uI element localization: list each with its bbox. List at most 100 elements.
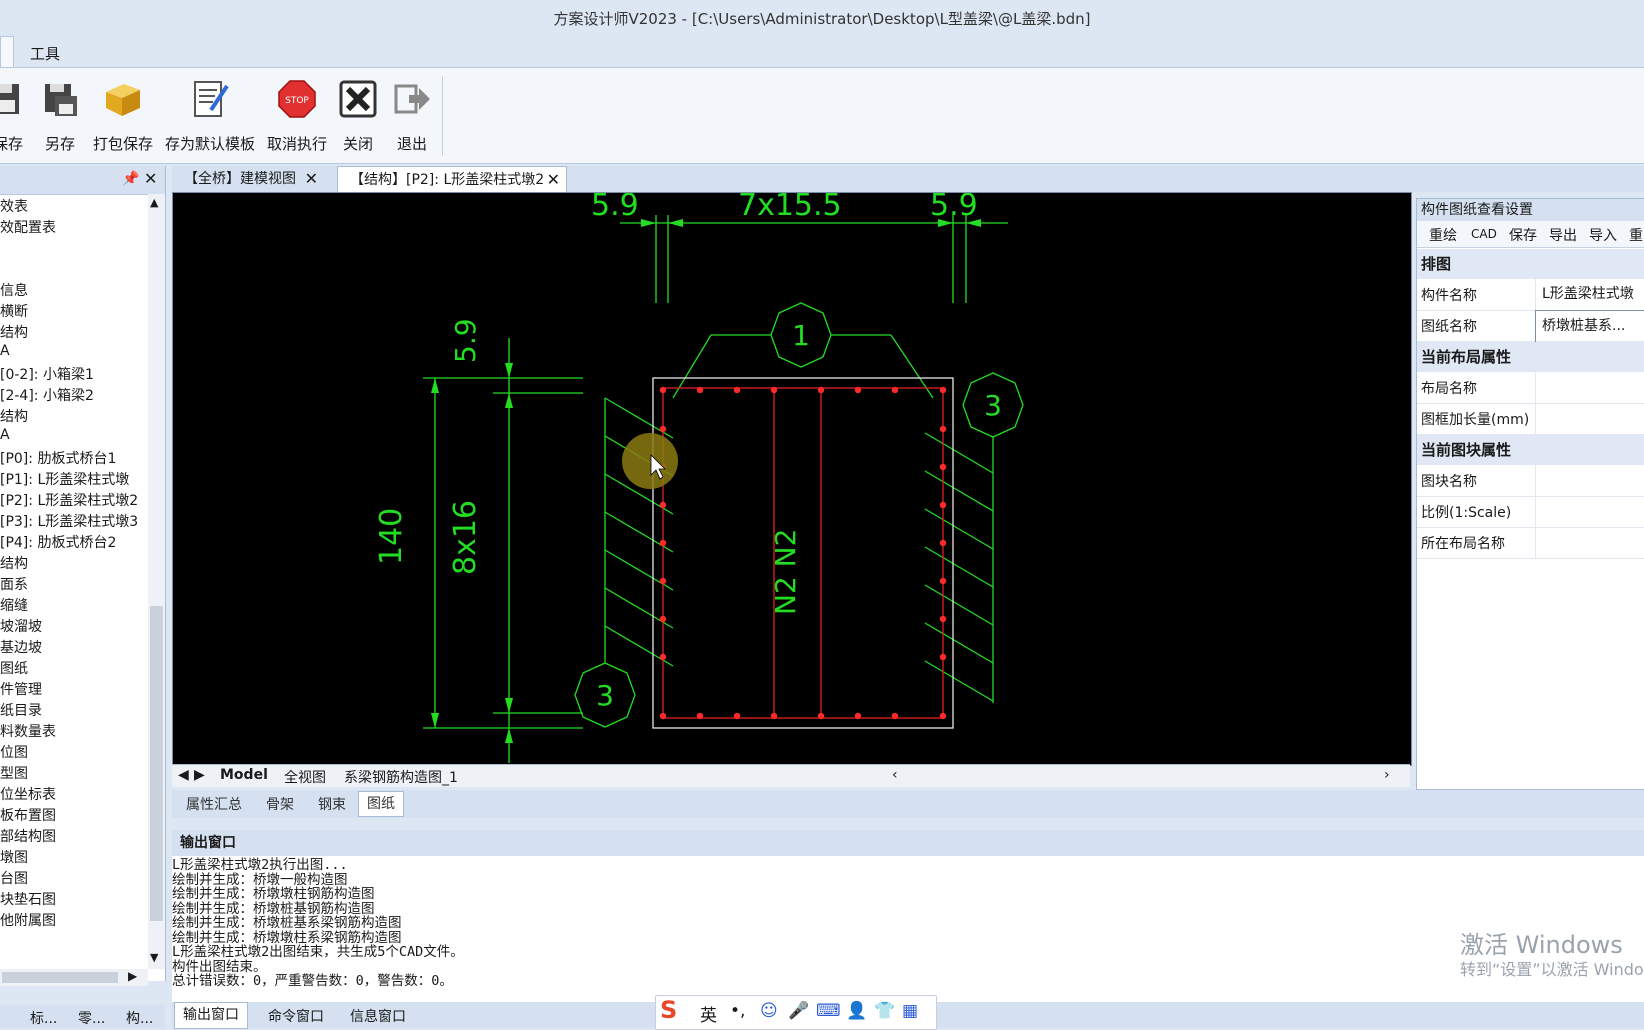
tree-item[interactable]: 缩缝 xyxy=(0,595,28,616)
menu-tab-file[interactable] xyxy=(0,36,14,69)
cad-drawing-canvas[interactable]: 5.9 7x15.5 5.9 5.9 140 8x16 N2 N2 1 3 3 xyxy=(172,192,1412,766)
ime-language[interactable]: 英 xyxy=(700,1001,717,1026)
tree-item[interactable]: 墩图 xyxy=(0,847,28,868)
scroll-up-icon[interactable]: ▲ xyxy=(150,196,158,209)
rebar-dot xyxy=(696,712,704,720)
block-name-value[interactable] xyxy=(1535,465,1644,496)
component-name-value[interactable]: L形盖梁柱式墩 xyxy=(1535,279,1644,310)
tab-drawing[interactable]: 图纸 xyxy=(358,791,404,817)
tree-item[interactable]: [0-2]: 小箱梁1 xyxy=(0,364,94,385)
in-layout-value[interactable] xyxy=(1535,527,1644,558)
tree-item[interactable]: 他附属图 xyxy=(0,910,56,931)
tree-item[interactable]: 位坐标表 xyxy=(0,784,56,805)
tree-item[interactable]: 基边坡 xyxy=(0,637,42,658)
tree-tab-1[interactable]: 标... xyxy=(30,1008,57,1028)
layout-prev-icon[interactable]: ◀ xyxy=(178,767,189,783)
tree-scroll-thumb[interactable] xyxy=(150,606,163,921)
save-button[interactable]: 保存 xyxy=(0,78,28,153)
frame-extend-value[interactable] xyxy=(1535,403,1644,434)
tab-info[interactable]: 信息窗口 xyxy=(350,1006,406,1026)
output-window[interactable]: L形盖梁柱式墩2执行出图... 绘制并生成：桥墩一般构造图 绘制并生成：桥墩墩柱… xyxy=(172,856,1644,1002)
tree-item[interactable]: 结构 xyxy=(0,406,28,427)
tree-item[interactable]: [2-4]: 小箱梁2 xyxy=(0,385,94,406)
keyboard-icon[interactable]: ⌨ xyxy=(816,1001,841,1021)
user-icon[interactable]: 👤 xyxy=(846,1001,867,1021)
tree-item[interactable]: 图纸 xyxy=(0,658,28,679)
toolbox-icon[interactable]: ▦ xyxy=(902,1001,918,1021)
tree-item[interactable]: 坡溜坡 xyxy=(0,616,42,637)
cancel-execution-button[interactable]: STOP 取消执行 xyxy=(264,78,330,153)
output-line: L形盖梁柱式墩2出图结束，共生成5个CAD文件。 xyxy=(172,944,464,960)
tree-item[interactable]: [P1]: L形盖梁柱式墩 xyxy=(0,469,129,490)
layout-next-icon[interactable]: ▶ xyxy=(194,767,205,783)
scroll-right-icon[interactable]: ▶ xyxy=(128,969,137,983)
tree-item[interactable]: 板布置图 xyxy=(0,805,56,826)
scale-value[interactable] xyxy=(1535,496,1644,527)
tree-item[interactable]: 结构 xyxy=(0,553,28,574)
tree-tab-3[interactable]: 构... xyxy=(126,1008,153,1028)
tab-tendon[interactable]: 钢束 xyxy=(318,794,346,814)
sogou-logo-icon[interactable]: S xyxy=(660,996,677,1024)
tree-item[interactable]: A xyxy=(0,343,10,364)
tree-item[interactable]: 结构 xyxy=(0,322,28,343)
panel-save-button[interactable]: 保存 xyxy=(1509,225,1537,245)
reset-button[interactable]: 重 xyxy=(1629,225,1643,245)
scroll-down-icon[interactable]: ▼ xyxy=(150,951,158,964)
tab-property-summary[interactable]: 属性汇总 xyxy=(186,794,242,814)
tree-item[interactable]: [P2]: L形盖梁柱式墩2 xyxy=(0,490,138,511)
import-button[interactable]: 导入 xyxy=(1589,225,1617,245)
save-as-button[interactable]: 另存 xyxy=(38,78,82,153)
panel-close-icon[interactable]: ✕ xyxy=(144,169,157,188)
tree-item[interactable]: [P4]: 肋板式桥台2 xyxy=(0,532,116,553)
tab-output[interactable]: 输出窗口 xyxy=(174,1002,248,1029)
tree-hscroll-thumb[interactable] xyxy=(2,972,118,983)
tab-bridge-model-view[interactable]: 【全桥】建模视图 ✕ xyxy=(172,166,324,192)
layout-name-value[interactable] xyxy=(1535,372,1644,403)
tab-close-icon[interactable]: ✕ xyxy=(305,166,318,192)
layout-tabs: ◀ ▶ Model 全视图 系梁钢筋构造图_1 ‹ › xyxy=(172,764,1410,787)
package-save-button[interactable]: 打包保存 xyxy=(88,78,158,153)
cad-button[interactable]: CAD xyxy=(1471,227,1497,241)
tab-close-icon[interactable]: ✕ xyxy=(547,167,560,193)
tree-tab-2[interactable]: 零... xyxy=(78,1008,105,1028)
hscroll-left-icon[interactable]: ‹ xyxy=(892,767,898,783)
tree-item[interactable]: A xyxy=(0,427,10,448)
tree-item[interactable]: 纸目录 xyxy=(0,700,42,721)
close-button[interactable]: 关闭 xyxy=(336,78,380,153)
row-scale: 比例(1:Scale) xyxy=(1417,496,1644,528)
tree-item[interactable]: 型图 xyxy=(0,763,28,784)
tree-item[interactable]: 部结构图 xyxy=(0,826,56,847)
tab-command[interactable]: 命令窗口 xyxy=(268,1006,324,1026)
tree-item[interactable]: 面系 xyxy=(0,574,28,595)
tree-item[interactable]: 位图 xyxy=(0,742,28,763)
export-button[interactable]: 导出 xyxy=(1549,225,1577,245)
tree-item[interactable]: 块垫石图 xyxy=(0,889,56,910)
tab-structure-p2[interactable]: 【结构】[P2]: L形盖梁柱式墩2 ✕ xyxy=(337,166,567,193)
emoji-icon[interactable]: ☺ xyxy=(760,1001,778,1021)
hscroll-right-icon[interactable]: › xyxy=(1384,767,1390,783)
save-default-template-button[interactable]: 存为默认模板 xyxy=(160,78,260,153)
pin-icon[interactable]: 📌 xyxy=(122,171,139,187)
activation-watermark-hint: 转到“设置”以激活 Windows。 xyxy=(1460,960,1644,979)
layout-tab-model[interactable]: Model xyxy=(220,767,268,783)
redraw-button[interactable]: 重绘 xyxy=(1429,225,1457,245)
tree-item[interactable]: 横断 xyxy=(0,301,28,322)
exit-button[interactable]: 退出 xyxy=(390,78,434,153)
rebar-dot xyxy=(659,386,667,394)
tree-item[interactable]: 件管理 xyxy=(0,679,42,700)
tree-item[interactable]: 台图 xyxy=(0,868,28,889)
tree-item[interactable]: 料数量表 xyxy=(0,721,56,742)
drawing-name-select[interactable]: 桥墩桩基系... xyxy=(1535,310,1644,343)
microphone-icon[interactable]: 🎤 xyxy=(788,1001,809,1021)
tree-item[interactable]: 效配置表 xyxy=(0,217,56,238)
ime-punctuation[interactable]: •, xyxy=(730,1001,745,1021)
tab-skeleton[interactable]: 骨架 xyxy=(266,794,294,814)
tree-item[interactable]: [P3]: L形盖梁柱式墩3 xyxy=(0,511,138,532)
skin-icon[interactable]: 👕 xyxy=(874,1001,895,1021)
menu-tools[interactable]: 工具 xyxy=(30,43,60,64)
tree-item[interactable]: 信息 xyxy=(0,280,28,301)
layout-tab-sheet-1[interactable]: 系梁钢筋构造图_1 xyxy=(344,767,458,787)
layout-tab-full-view[interactable]: 全视图 xyxy=(284,767,326,787)
tree-item[interactable]: [P0]: 肋板式桥台1 xyxy=(0,448,116,469)
tree-item[interactable]: 效表 xyxy=(0,196,28,217)
